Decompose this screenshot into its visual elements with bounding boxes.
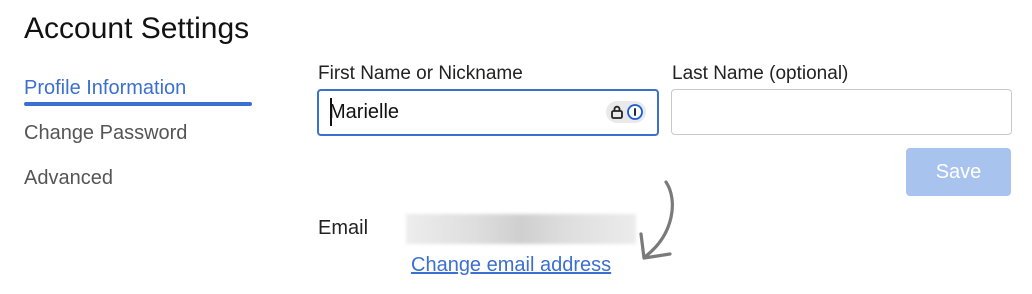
password-manager-icon [626,104,643,120]
change-email-link[interactable]: Change email address [411,254,611,277]
first-name-label: First Name or Nickname [318,63,523,84]
password-manager-badge[interactable] [606,101,646,123]
sidebar-item-advanced[interactable]: Advanced [24,164,254,209]
sidebar-item-change-password[interactable]: Change Password [24,119,254,164]
email-label: Email [318,217,369,239]
sidebar-nav: Profile Information Change Password Adva… [24,74,254,209]
last-name-input[interactable] [671,89,1012,135]
curved-arrow-icon [639,180,674,260]
save-button[interactable]: Save [906,148,1011,196]
last-name-label: Last Name (optional) [672,63,849,84]
email-value-redacted [406,214,636,244]
text-caret [330,98,332,126]
active-tab-underline [24,102,252,106]
lock-icon [610,105,623,119]
page-title: Account Settings [24,12,250,45]
sidebar-item-profile-information[interactable]: Profile Information [24,74,254,119]
